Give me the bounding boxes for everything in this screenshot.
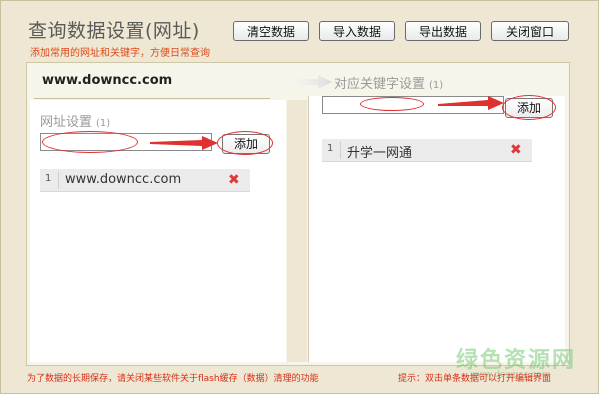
close-window-button[interactable]: 关闭窗口 bbox=[491, 21, 569, 41]
keyword-section-title: 对应关键字设置 (1) bbox=[334, 73, 443, 92]
page-title: 查询数据设置(网址) bbox=[28, 20, 200, 42]
url-input[interactable] bbox=[40, 133, 212, 151]
clear-data-button[interactable]: 清空数据 bbox=[233, 21, 309, 41]
add-keyword-button[interactable]: 添加 bbox=[505, 98, 553, 118]
list-item[interactable]: 1 升学一网通 ✖ bbox=[322, 139, 532, 162]
add-url-button[interactable]: 添加 bbox=[222, 134, 270, 154]
index-separator bbox=[340, 141, 341, 159]
panel-divider bbox=[287, 100, 307, 362]
keyword-section-title-text: 对应关键字设置 bbox=[334, 77, 426, 92]
keyword-panel bbox=[308, 96, 565, 362]
keyword-section-count: (1) bbox=[429, 80, 444, 91]
delete-x-icon[interactable]: ✖ bbox=[510, 142, 522, 158]
page-subtitle: 添加常用的网址和关键字，方便日常查询 bbox=[30, 48, 210, 59]
list-item-index: 1 bbox=[45, 173, 52, 184]
list-item-value: www.downcc.com bbox=[65, 172, 182, 187]
keyword-input[interactable] bbox=[322, 96, 504, 114]
list-item-index: 1 bbox=[327, 143, 334, 154]
export-data-button[interactable]: 导出数据 bbox=[405, 21, 481, 41]
import-data-button[interactable]: 导入数据 bbox=[319, 21, 395, 41]
url-section-title-text: 网址设置 bbox=[40, 115, 93, 130]
banner-divider bbox=[34, 98, 270, 99]
selected-site-label: www.downcc.com bbox=[42, 73, 173, 88]
footer-hint: 提示：双击单条数据可以打开编辑界面 bbox=[398, 374, 552, 384]
index-separator bbox=[58, 171, 59, 189]
delete-x-icon[interactable]: ✖ bbox=[228, 172, 240, 188]
url-section-count: (1) bbox=[96, 118, 111, 129]
footer-note: 为了数据的长期保存，请关闭某些软件关于flash缓存（数据）清理的功能 bbox=[27, 374, 319, 384]
url-section-title: 网址设置 (1) bbox=[40, 111, 110, 130]
list-item-value: 升学一网通 bbox=[347, 146, 413, 161]
list-item[interactable]: 1 www.downcc.com ✖ bbox=[40, 169, 250, 192]
